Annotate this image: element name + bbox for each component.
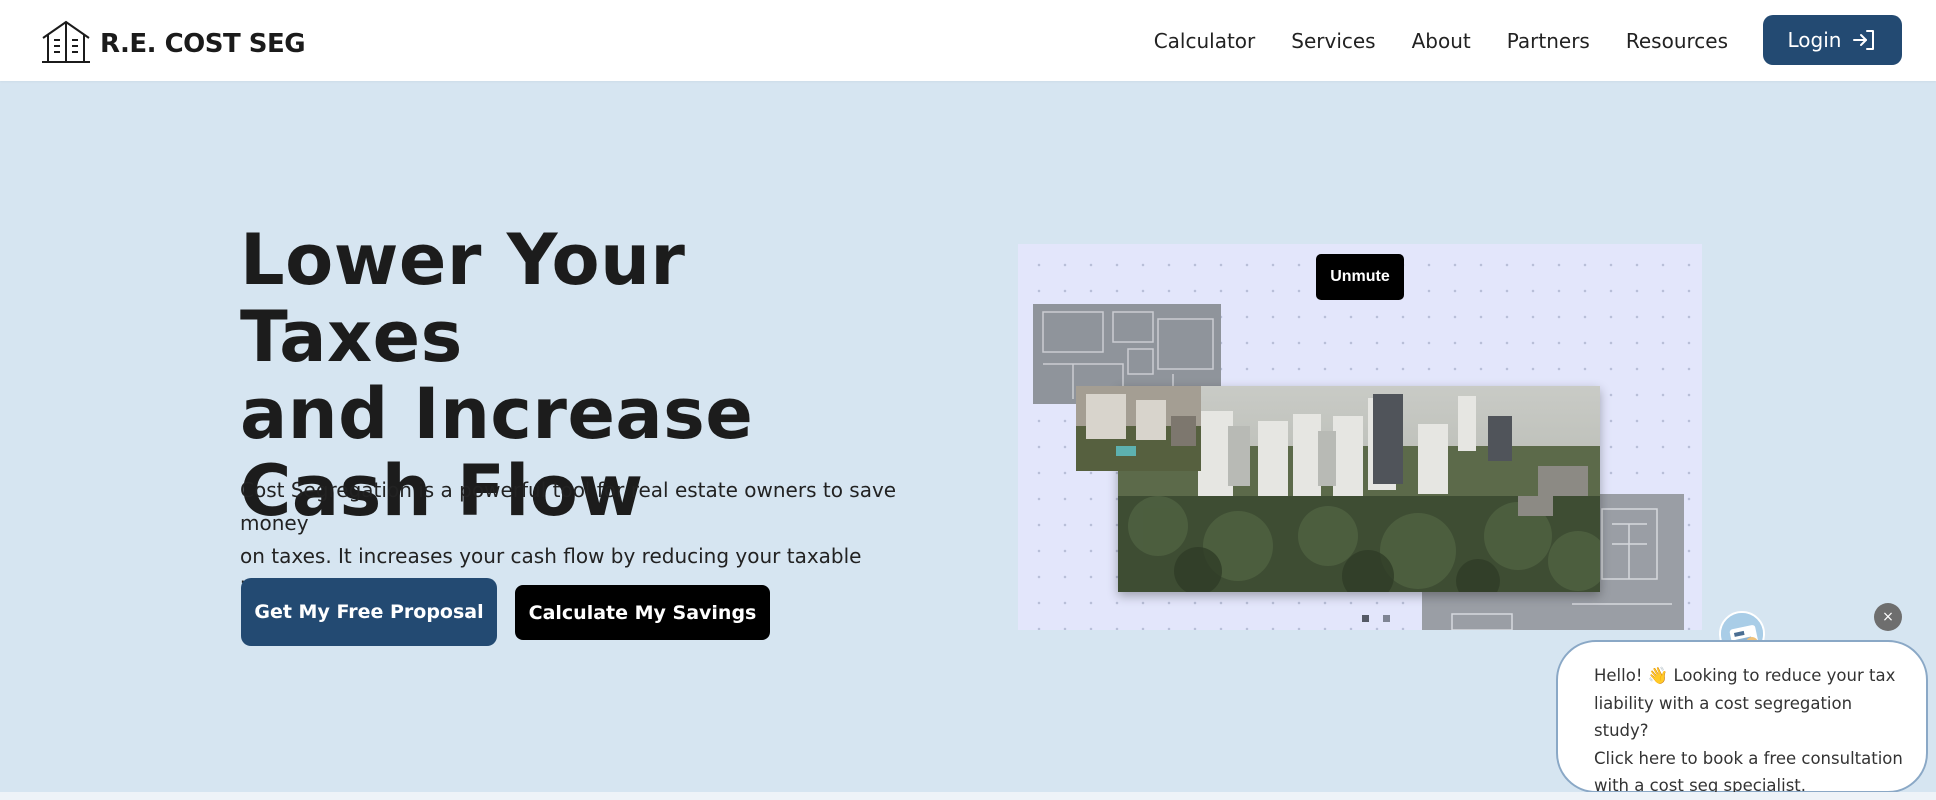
- main-nav: Calculator Services About Partners Resou…: [1154, 0, 1728, 81]
- city-aerial-image-small: [1076, 386, 1201, 471]
- free-proposal-button[interactable]: Get My Free Proposal: [241, 578, 497, 646]
- login-button[interactable]: Login: [1763, 15, 1902, 65]
- nav-about[interactable]: About: [1412, 29, 1471, 53]
- nav-calculator[interactable]: Calculator: [1154, 29, 1256, 53]
- brand-logo[interactable]: R.E. COST SEG: [40, 16, 306, 64]
- carousel-dot-1[interactable]: [1362, 615, 1369, 622]
- chat-message-line-2: liability with a cost segregation study?: [1594, 693, 1853, 741]
- section-divider: [0, 792, 1936, 800]
- chat-message-line-1: Hello! 👋 Looking to reduce your tax: [1594, 666, 1896, 685]
- login-label: Login: [1787, 28, 1842, 52]
- close-icon: ×: [1882, 609, 1894, 625]
- chat-message-line-3: Click here to book a free consultation: [1594, 748, 1903, 768]
- nav-resources[interactable]: Resources: [1626, 29, 1728, 53]
- chat-message-bubble[interactable]: Hello! 👋 Looking to reduce your tax liab…: [1556, 640, 1928, 795]
- hero-video[interactable]: Unmute: [1018, 244, 1702, 630]
- hero-title-line-2: and Increase: [240, 373, 754, 455]
- nav-partners[interactable]: Partners: [1507, 29, 1590, 53]
- brand-name: R.E. COST SEG: [100, 29, 306, 59]
- carousel-dots: [1362, 615, 1390, 622]
- calculate-savings-button[interactable]: Calculate My Savings: [515, 585, 770, 640]
- chat-close-button[interactable]: ×: [1874, 603, 1902, 631]
- building-logo-icon: [42, 20, 90, 63]
- nav-services[interactable]: Services: [1291, 29, 1375, 53]
- hero-description-line-1: Cost Segregation is a powerful tool for …: [240, 478, 897, 535]
- login-arrow-icon: [1853, 30, 1875, 50]
- carousel-dot-2[interactable]: [1383, 615, 1390, 622]
- hero-title-line-1: Lower Your Taxes: [240, 219, 686, 378]
- site-header: R.E. COST SEG Calculator Services About …: [0, 0, 1936, 81]
- unmute-button[interactable]: Unmute: [1316, 254, 1404, 300]
